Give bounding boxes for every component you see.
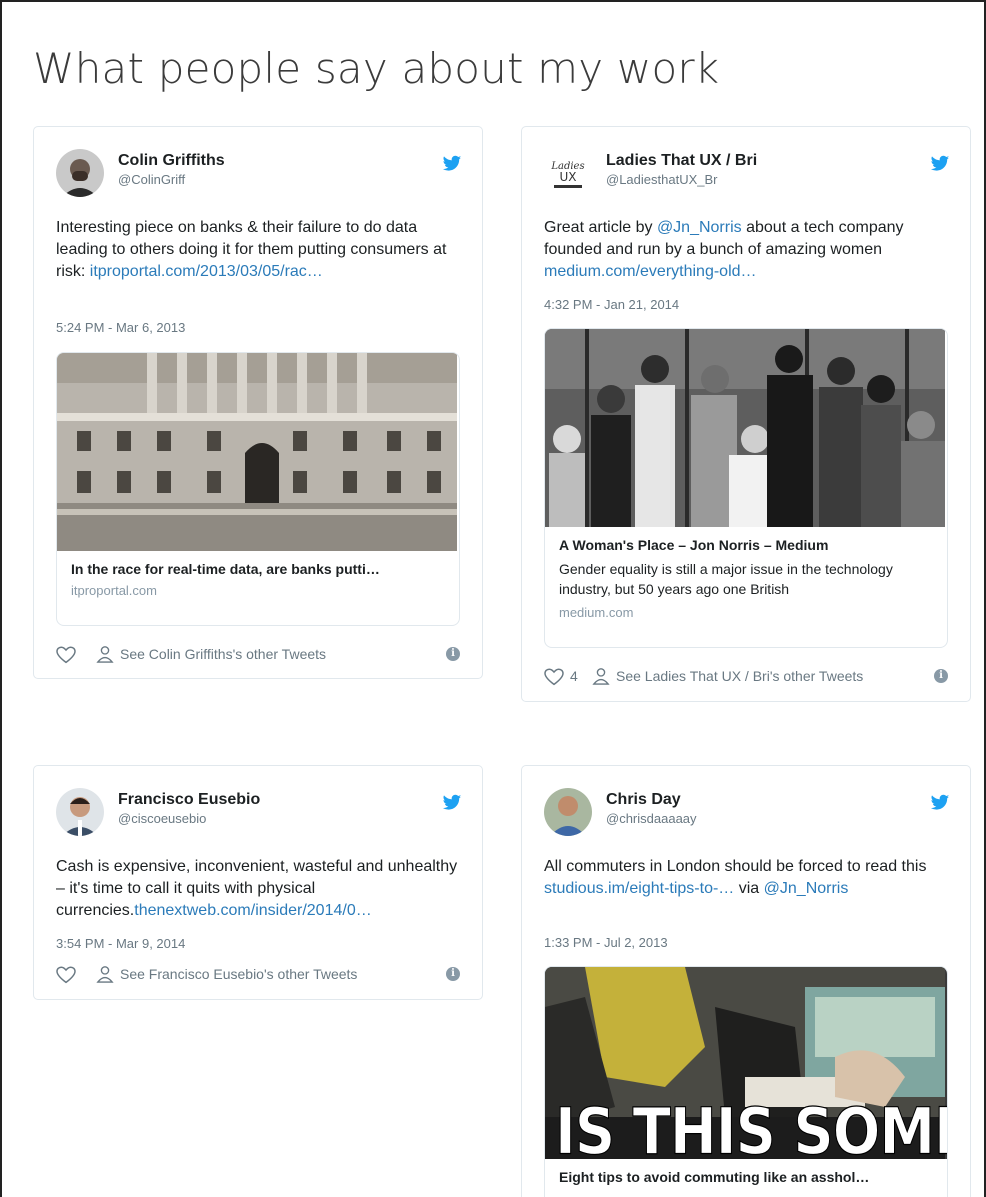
tweet-timestamp[interactable]: 3:54 PM - Mar 9, 2014 bbox=[56, 936, 185, 951]
author-name[interactable]: Ladies That UX / Bri bbox=[606, 152, 757, 170]
avatar[interactable] bbox=[56, 788, 104, 836]
person-icon bbox=[96, 646, 114, 663]
link-card[interactable]: In the race for real-time data, are bank… bbox=[56, 352, 460, 626]
tweet-header: Colin Griffiths @ColinGriff bbox=[56, 149, 462, 199]
other-tweets-link[interactable]: See Francisco Eusebio's other Tweets bbox=[120, 966, 357, 982]
tweet-link[interactable]: itproportal.com/2013/03/05/rac… bbox=[90, 263, 323, 280]
author-handle[interactable]: @LadiesthatUX_Br bbox=[606, 172, 717, 187]
heart-icon[interactable] bbox=[544, 668, 564, 686]
twitter-bird-icon[interactable] bbox=[442, 794, 462, 812]
page-title: What people say about my work bbox=[33, 44, 720, 93]
tweet-header: Chris Day @chrisdaaaaay bbox=[544, 788, 950, 838]
author-handle[interactable]: @ColinGriff bbox=[118, 172, 185, 187]
tweet-actions: See Francisco Eusebio's other Tweets i bbox=[56, 964, 460, 986]
tweet-header: Ladies UX Ladies That UX / Bri @Ladiestha… bbox=[544, 149, 950, 199]
author-name[interactable]: Francisco Eusebio bbox=[118, 791, 260, 809]
other-tweets-link[interactable]: See Ladies That UX / Bri's other Tweets bbox=[616, 668, 863, 684]
link-card-title[interactable]: In the race for real-time data, are bank… bbox=[71, 561, 445, 577]
link-card[interactable]: IS THIS SOME Eight tips to avoid commuti… bbox=[544, 966, 948, 1197]
twitter-bird-icon[interactable] bbox=[930, 794, 950, 812]
info-icon[interactable]: i bbox=[446, 967, 460, 981]
link-card-caption: In the race for real-time data, are bank… bbox=[57, 551, 459, 608]
tweet-actions: 4 See Ladies That UX / Bri's other Tweet… bbox=[544, 666, 948, 688]
tweet-card-colin[interactable]: Colin Griffiths @ColinGriff Interesting … bbox=[33, 126, 483, 679]
avatar[interactable] bbox=[544, 788, 592, 836]
twitter-bird-icon[interactable] bbox=[442, 155, 462, 173]
link-card-domain: medium.com bbox=[559, 605, 634, 620]
tweet-link[interactable]: medium.com/everything-old… bbox=[544, 263, 757, 280]
tweet-actions: See Colin Griffiths's other Tweets i bbox=[56, 644, 460, 666]
link-card-image bbox=[545, 329, 947, 527]
tweet-text: All commuters in London should be forced… bbox=[544, 858, 927, 897]
tweet-card-chris[interactable]: Chris Day @chrisdaaaaay All commuters in… bbox=[521, 765, 971, 1197]
image-overlay-text: IS THIS SOME bbox=[554, 1094, 947, 1159]
tweet-header: Francisco Eusebio @ciscoeusebio bbox=[56, 788, 462, 838]
tweet-timestamp[interactable]: 4:32 PM - Jan 21, 2014 bbox=[544, 297, 679, 312]
avatar[interactable] bbox=[56, 149, 104, 197]
author-handle[interactable]: @ciscoeusebio bbox=[118, 811, 206, 826]
author-name[interactable]: Colin Griffiths bbox=[118, 152, 225, 170]
tweet-link[interactable]: thenextweb.com/insider/2014/0… bbox=[134, 902, 371, 919]
other-tweets-link[interactable]: See Colin Griffiths's other Tweets bbox=[120, 646, 326, 662]
author-handle[interactable]: @chrisdaaaaay bbox=[606, 811, 697, 826]
tweet-timestamp[interactable]: 5:24 PM - Mar 6, 2013 bbox=[56, 320, 185, 335]
info-icon[interactable]: i bbox=[446, 647, 460, 661]
tweet-card-francisco[interactable]: Francisco Eusebio @ciscoeusebio Cash is … bbox=[33, 765, 483, 1000]
link-card-description: Gender equality is still a major issue i… bbox=[559, 561, 893, 597]
link-card-caption: A Woman's Place – Jon Norris – Medium Ge… bbox=[545, 527, 947, 630]
link-card-image: IS THIS SOME bbox=[545, 967, 947, 1159]
tweet-link[interactable]: studious.im/eight-tips-to-… bbox=[544, 880, 734, 897]
mention-link[interactable]: @Jn_Norris bbox=[764, 880, 849, 897]
tweet-text: Cash is expensive, inconvenient, wastefu… bbox=[56, 858, 458, 919]
tweet-text: Great article by @Jn_Norris about a tech… bbox=[544, 219, 904, 280]
heart-icon[interactable] bbox=[56, 966, 76, 984]
info-icon[interactable]: i bbox=[934, 669, 948, 683]
tweet-timestamp[interactable]: 1:33 PM - Jul 2, 2013 bbox=[544, 935, 668, 950]
link-card-caption: Eight tips to avoid commuting like an as… bbox=[545, 1159, 947, 1195]
link-card-title[interactable]: A Woman's Place – Jon Norris – Medium bbox=[559, 537, 933, 553]
tweet-card-ladies[interactable]: Ladies UX Ladies That UX / Bri @Ladiestha… bbox=[521, 126, 971, 702]
twitter-bird-icon[interactable] bbox=[930, 155, 950, 173]
heart-icon[interactable] bbox=[56, 646, 76, 664]
like-count: 4 bbox=[570, 668, 578, 684]
tweet-text: Interesting piece on banks & their failu… bbox=[56, 219, 447, 280]
link-card-domain: itproportal.com bbox=[71, 583, 157, 598]
person-icon bbox=[96, 966, 114, 983]
avatar[interactable]: Ladies UX bbox=[544, 149, 592, 197]
link-card-image bbox=[57, 353, 459, 551]
svg-text:UX: UX bbox=[559, 170, 576, 184]
author-name[interactable]: Chris Day bbox=[606, 791, 681, 809]
link-card-title[interactable]: Eight tips to avoid commuting like an as… bbox=[559, 1169, 933, 1185]
person-icon bbox=[592, 668, 610, 685]
mention-link[interactable]: @Jn_Norris bbox=[657, 219, 742, 236]
link-card[interactable]: A Woman's Place – Jon Norris – Medium Ge… bbox=[544, 328, 948, 648]
